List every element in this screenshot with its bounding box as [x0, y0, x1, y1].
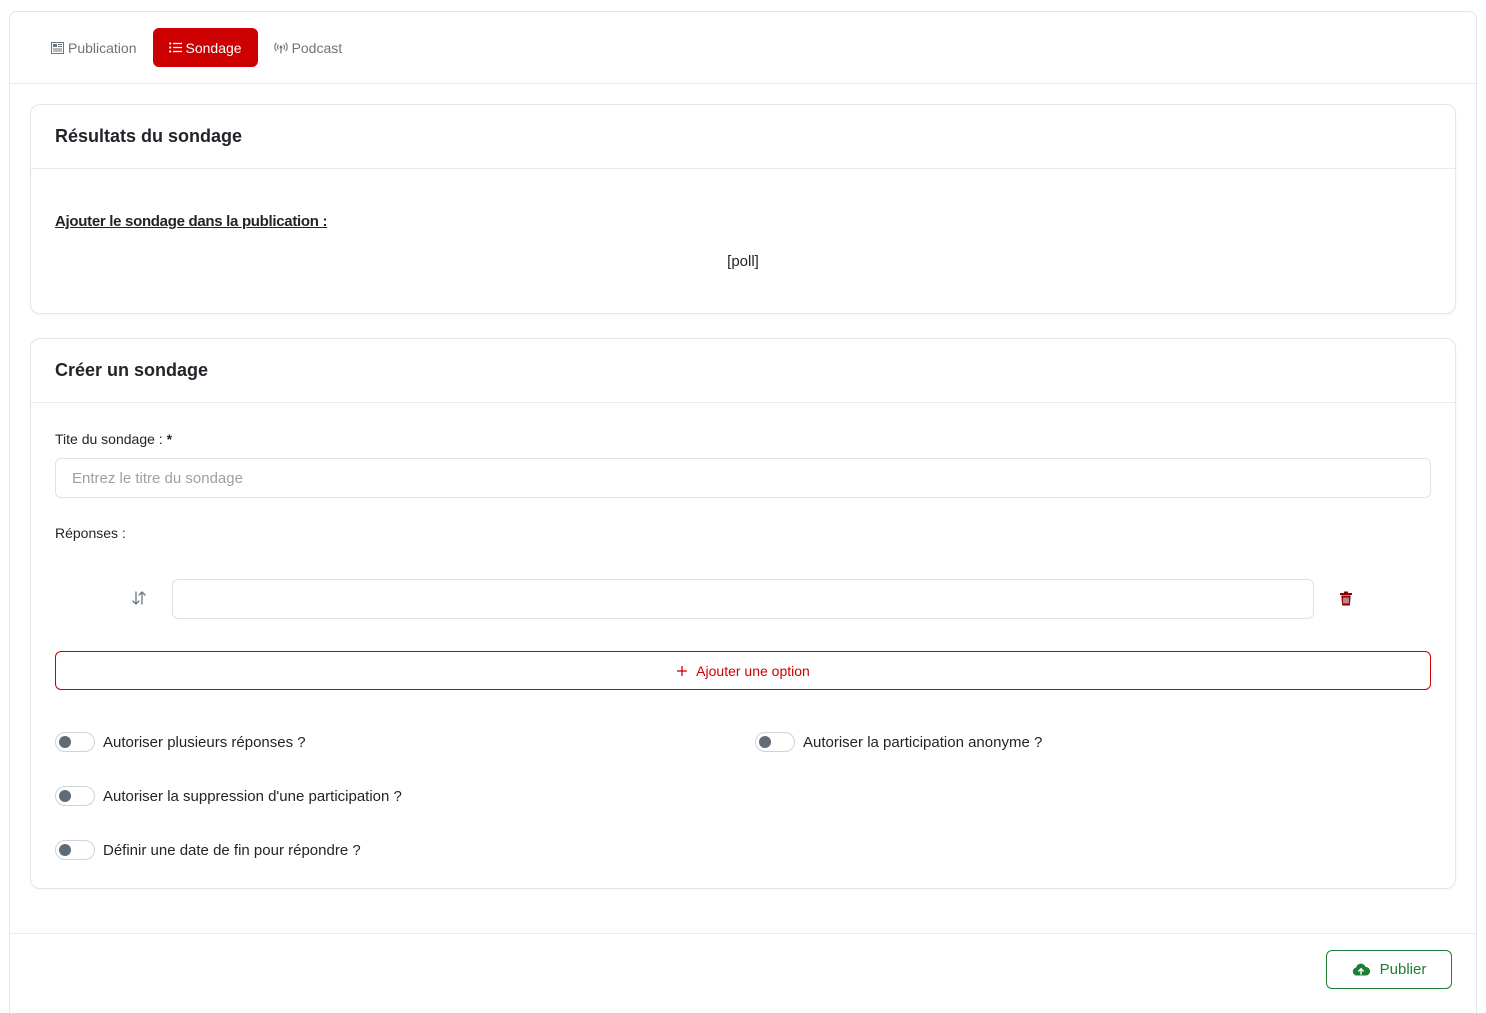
newspaper-icon — [51, 41, 64, 54]
anonymous-switch[interactable] — [755, 732, 795, 752]
form-footer: Publier — [10, 933, 1476, 1013]
toggle-label: Autoriser la suppression d'une participa… — [103, 787, 402, 805]
plus-icon — [677, 665, 688, 676]
add-option-button[interactable]: Ajouter une option — [55, 651, 1431, 690]
multiple-answers-switch[interactable] — [55, 732, 95, 752]
poll-editor-panel: Publication Sondage Podcast Résultats du… — [9, 11, 1477, 1013]
toggle-label: Autoriser plusieurs réponses ? — [103, 733, 306, 751]
switch-knob — [59, 844, 71, 856]
answer-option-input[interactable] — [172, 579, 1314, 619]
toggle-multiple-answers: Autoriser plusieurs réponses ? — [55, 732, 306, 752]
tab-label: Podcast — [291, 39, 343, 56]
switch-knob — [59, 790, 71, 802]
toggle-label: Définir une date de fin pour répondre ? — [103, 841, 361, 859]
toggle-delete-participation: Autoriser la suppression d'une participa… — [55, 786, 402, 806]
tab-sondage[interactable]: Sondage — [152, 28, 258, 67]
toggle-label: Autoriser la participation anonyme ? — [803, 733, 1043, 751]
delete-participation-switch[interactable] — [55, 786, 95, 806]
tab-bar: Publication Sondage Podcast — [10, 12, 1476, 84]
required-mark: * — [166, 431, 173, 447]
cloud-upload-icon — [1352, 963, 1370, 976]
publish-button[interactable]: Publier — [1326, 950, 1452, 989]
embed-poll-label: Ajouter le sondage dans la publication : — [55, 213, 328, 230]
switch-knob — [759, 736, 771, 748]
tab-label: Sondage — [185, 39, 242, 56]
publish-label: Publier — [1379, 961, 1427, 978]
switch-knob — [59, 736, 71, 748]
tab-publication[interactable]: Publication — [41, 28, 147, 67]
answers-label: Réponses : — [55, 525, 126, 541]
poll-title-input[interactable] — [55, 458, 1431, 498]
tab-podcast[interactable]: Podcast — [264, 28, 353, 67]
create-poll-card: Créer un sondage Tite du sondage : * Rép… — [30, 338, 1456, 889]
sort-handle-icon[interactable] — [131, 590, 147, 606]
tab-label: Publication — [68, 39, 137, 56]
poll-results-title: Résultats du sondage — [31, 105, 1455, 169]
toggle-end-date: Définir une date de fin pour répondre ? — [55, 840, 361, 860]
create-poll-title: Créer un sondage — [31, 339, 1455, 403]
poll-title-label: Tite du sondage : * — [55, 431, 172, 447]
end-date-switch[interactable] — [55, 840, 95, 860]
add-option-label: Ajouter une option — [696, 662, 810, 679]
broadcast-icon — [273, 41, 288, 53]
list-icon — [168, 42, 182, 53]
trash-icon[interactable] — [1339, 591, 1353, 606]
poll-results-card: Résultats du sondage Ajouter le sondage … — [30, 104, 1456, 314]
toggle-anonymous: Autoriser la participation anonyme ? — [755, 732, 1042, 752]
poll-shortcode: [poll] — [727, 253, 759, 270]
poll-title-label-text: Tite du sondage : — [55, 431, 163, 447]
